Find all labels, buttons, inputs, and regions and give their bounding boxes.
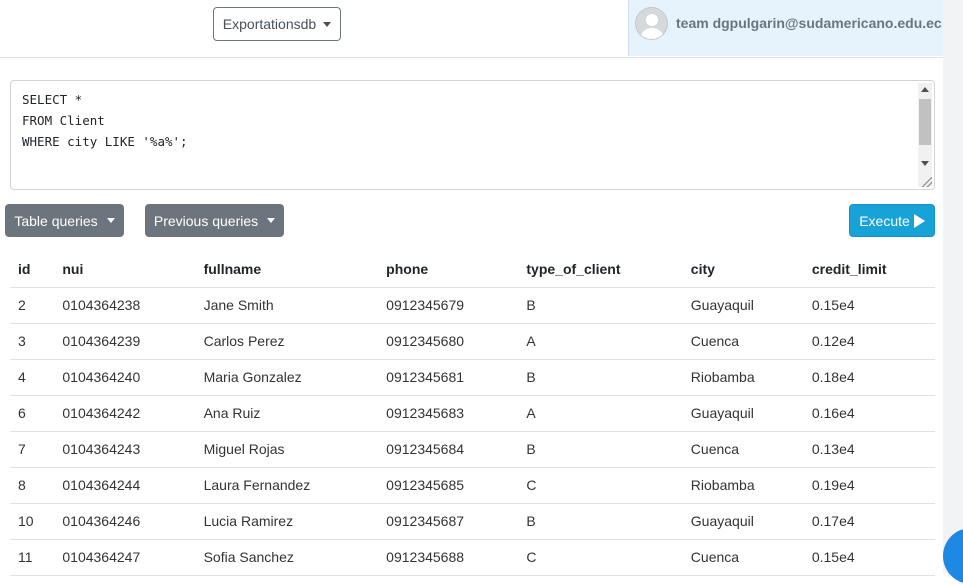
table-queries-button[interactable]: Table queries <box>5 204 124 237</box>
previous-queries-label: Previous queries <box>153 212 259 229</box>
cell-phone: 0912345687 <box>378 503 519 540</box>
cell-type-of-client: B <box>518 503 683 540</box>
cell-id: 6 <box>10 395 55 432</box>
cell-type-of-client: B <box>518 359 683 396</box>
cell-phone: 0912345688 <box>378 539 519 576</box>
table-row: 4 0104364240 Maria Gonzalez 0912345681 B Riob… <box>10 359 935 396</box>
cell-id: 7 <box>10 431 55 468</box>
cell-credit-limit: 0.18e4 <box>803 359 935 396</box>
table-queries-label: Table queries <box>14 212 98 229</box>
cell-id: 2 <box>10 287 55 324</box>
column-header-fullname[interactable]: fullname <box>195 251 379 288</box>
cell-nui: 0104364243 <box>54 431 196 468</box>
cell-id: 10 <box>10 503 55 540</box>
cell-id: 11 <box>10 539 55 576</box>
previous-queries-button[interactable]: Previous queries <box>145 204 284 237</box>
column-header-phone[interactable]: phone <box>378 251 519 288</box>
column-header-type-of-client[interactable]: type_of_client <box>518 251 683 288</box>
cell-city: Cuenca <box>682 431 804 468</box>
table-row: 7 0104364243 Miguel Rojas 0912345684 B Cuenca… <box>10 431 935 468</box>
cell-nui: 0104364242 <box>54 395 196 432</box>
cell-city: Cuenca <box>682 539 804 576</box>
cell-phone: 0912345685 <box>378 467 519 504</box>
table-header-row: id nui fullname phone type_of_client city cred… <box>10 251 935 288</box>
chevron-down-icon <box>267 218 276 223</box>
cell-credit-limit: 0.19e4 <box>803 467 935 504</box>
cell-credit-limit: 0.12e4 <box>803 323 935 360</box>
editor-scrollbar[interactable] <box>918 83 932 187</box>
user-name: team dgpulgarin@sudamericano.edu.ec <box>676 15 942 31</box>
table-row: 10 0104364246 Lucia Ramirez 0912345687 B Guay… <box>10 503 935 540</box>
table-row: 6 0104364242 Ana Ruiz 0912345683 A Guayaquil 0… <box>10 395 935 432</box>
cell-type-of-client: B <box>518 287 683 324</box>
column-header-credit-limit[interactable]: credit_limit <box>803 251 935 288</box>
user-menu[interactable]: team dgpulgarin@sudamericano.edu.ec <box>628 0 961 56</box>
cell-fullname: Laura Fernandez <box>195 467 379 504</box>
cell-fullname: Lucia Ramirez <box>195 503 379 540</box>
cell-nui: 0104364238 <box>54 287 196 324</box>
chevron-down-icon <box>106 218 115 223</box>
cell-credit-limit: 0.15e4 <box>803 539 935 576</box>
cell-city: Guayaquil <box>682 395 804 432</box>
sql-editor[interactable]: SELECT * FROM Client WHERE city LIKE '%a… <box>10 80 935 190</box>
cell-type-of-client: C <box>518 467 683 504</box>
cell-city: Guayaquil <box>682 503 804 540</box>
cell-nui: 0104364239 <box>54 323 196 360</box>
cell-fullname: Miguel Rojas <box>195 431 379 468</box>
sql-query-text[interactable]: SELECT * FROM Client WHERE city LIKE '%a… <box>22 89 188 152</box>
cell-id: 4 <box>10 359 55 396</box>
avatar <box>635 7 668 40</box>
page-scrollbar[interactable] <box>943 0 963 574</box>
cell-type-of-client: A <box>518 395 683 432</box>
cell-phone: 0912345680 <box>378 323 519 360</box>
play-icon <box>913 213 925 228</box>
table-row: 3 0104364239 Carlos Perez 0912345680 A Cuenca… <box>10 323 935 360</box>
cell-type-of-client: B <box>518 431 683 468</box>
database-dropdown[interactable]: Exportationsdb <box>213 7 341 41</box>
database-dropdown-label: Exportationsdb <box>222 16 317 32</box>
cell-id: 3 <box>10 323 55 360</box>
execute-button[interactable]: Execute <box>849 204 935 237</box>
cell-fullname: Jane Smith <box>195 287 379 324</box>
scroll-down-icon[interactable] <box>921 161 929 166</box>
cell-nui: 0104364240 <box>54 359 196 396</box>
top-navbar: Exportationsdb team dgpulgarin@sudameric… <box>0 0 963 58</box>
column-header-city[interactable]: city <box>682 251 804 288</box>
cell-city: Guayaquil <box>682 287 804 324</box>
cell-type-of-client: A <box>518 323 683 360</box>
cell-phone: 0912345681 <box>378 359 519 396</box>
table-row: 2 0104364238 Jane Smith 0912345679 B Guayaqui… <box>10 287 935 324</box>
cell-nui: 0104364244 <box>54 467 196 504</box>
execute-label: Execute <box>859 212 910 229</box>
cell-credit-limit: 0.15e4 <box>803 287 935 324</box>
chevron-down-icon <box>323 21 332 27</box>
cell-id: 8 <box>10 467 55 504</box>
cell-credit-limit: 0.16e4 <box>803 395 935 432</box>
cell-type-of-client: C <box>518 539 683 576</box>
cell-fullname: Carlos Perez <box>195 323 379 360</box>
cell-nui: 0104364247 <box>54 539 196 576</box>
table-row: 8 0104364244 Laura Fernandez 0912345685 C Rio… <box>10 467 935 504</box>
column-header-nui[interactable]: nui <box>54 251 196 288</box>
scroll-up-icon[interactable] <box>921 87 929 92</box>
cell-credit-limit: 0.13e4 <box>803 431 935 468</box>
cell-fullname: Sofia Sanchez <box>195 539 379 576</box>
cell-phone: 0912345679 <box>378 287 519 324</box>
table-body: 2 0104364238 Jane Smith 0912345679 B Guayaqui… <box>10 287 935 576</box>
cell-city: Cuenca <box>682 323 804 360</box>
scroll-thumb[interactable] <box>919 99 931 145</box>
resize-handle-icon[interactable] <box>922 177 932 187</box>
column-header-id[interactable]: id <box>10 251 55 288</box>
cell-city: Riobamba <box>682 467 804 504</box>
cell-phone: 0912345683 <box>378 395 519 432</box>
cell-city: Riobamba <box>682 359 804 396</box>
table-row: 11 0104364247 Sofia Sanchez 0912345688 C Cuen… <box>10 539 935 576</box>
results-table: id nui fullname phone type_of_client city cred… <box>10 251 935 576</box>
cell-nui: 0104364246 <box>54 503 196 540</box>
cell-fullname: Ana Ruiz <box>195 395 379 432</box>
cell-credit-limit: 0.17e4 <box>803 503 935 540</box>
cell-fullname: Maria Gonzalez <box>195 359 379 396</box>
cell-phone: 0912345684 <box>378 431 519 468</box>
